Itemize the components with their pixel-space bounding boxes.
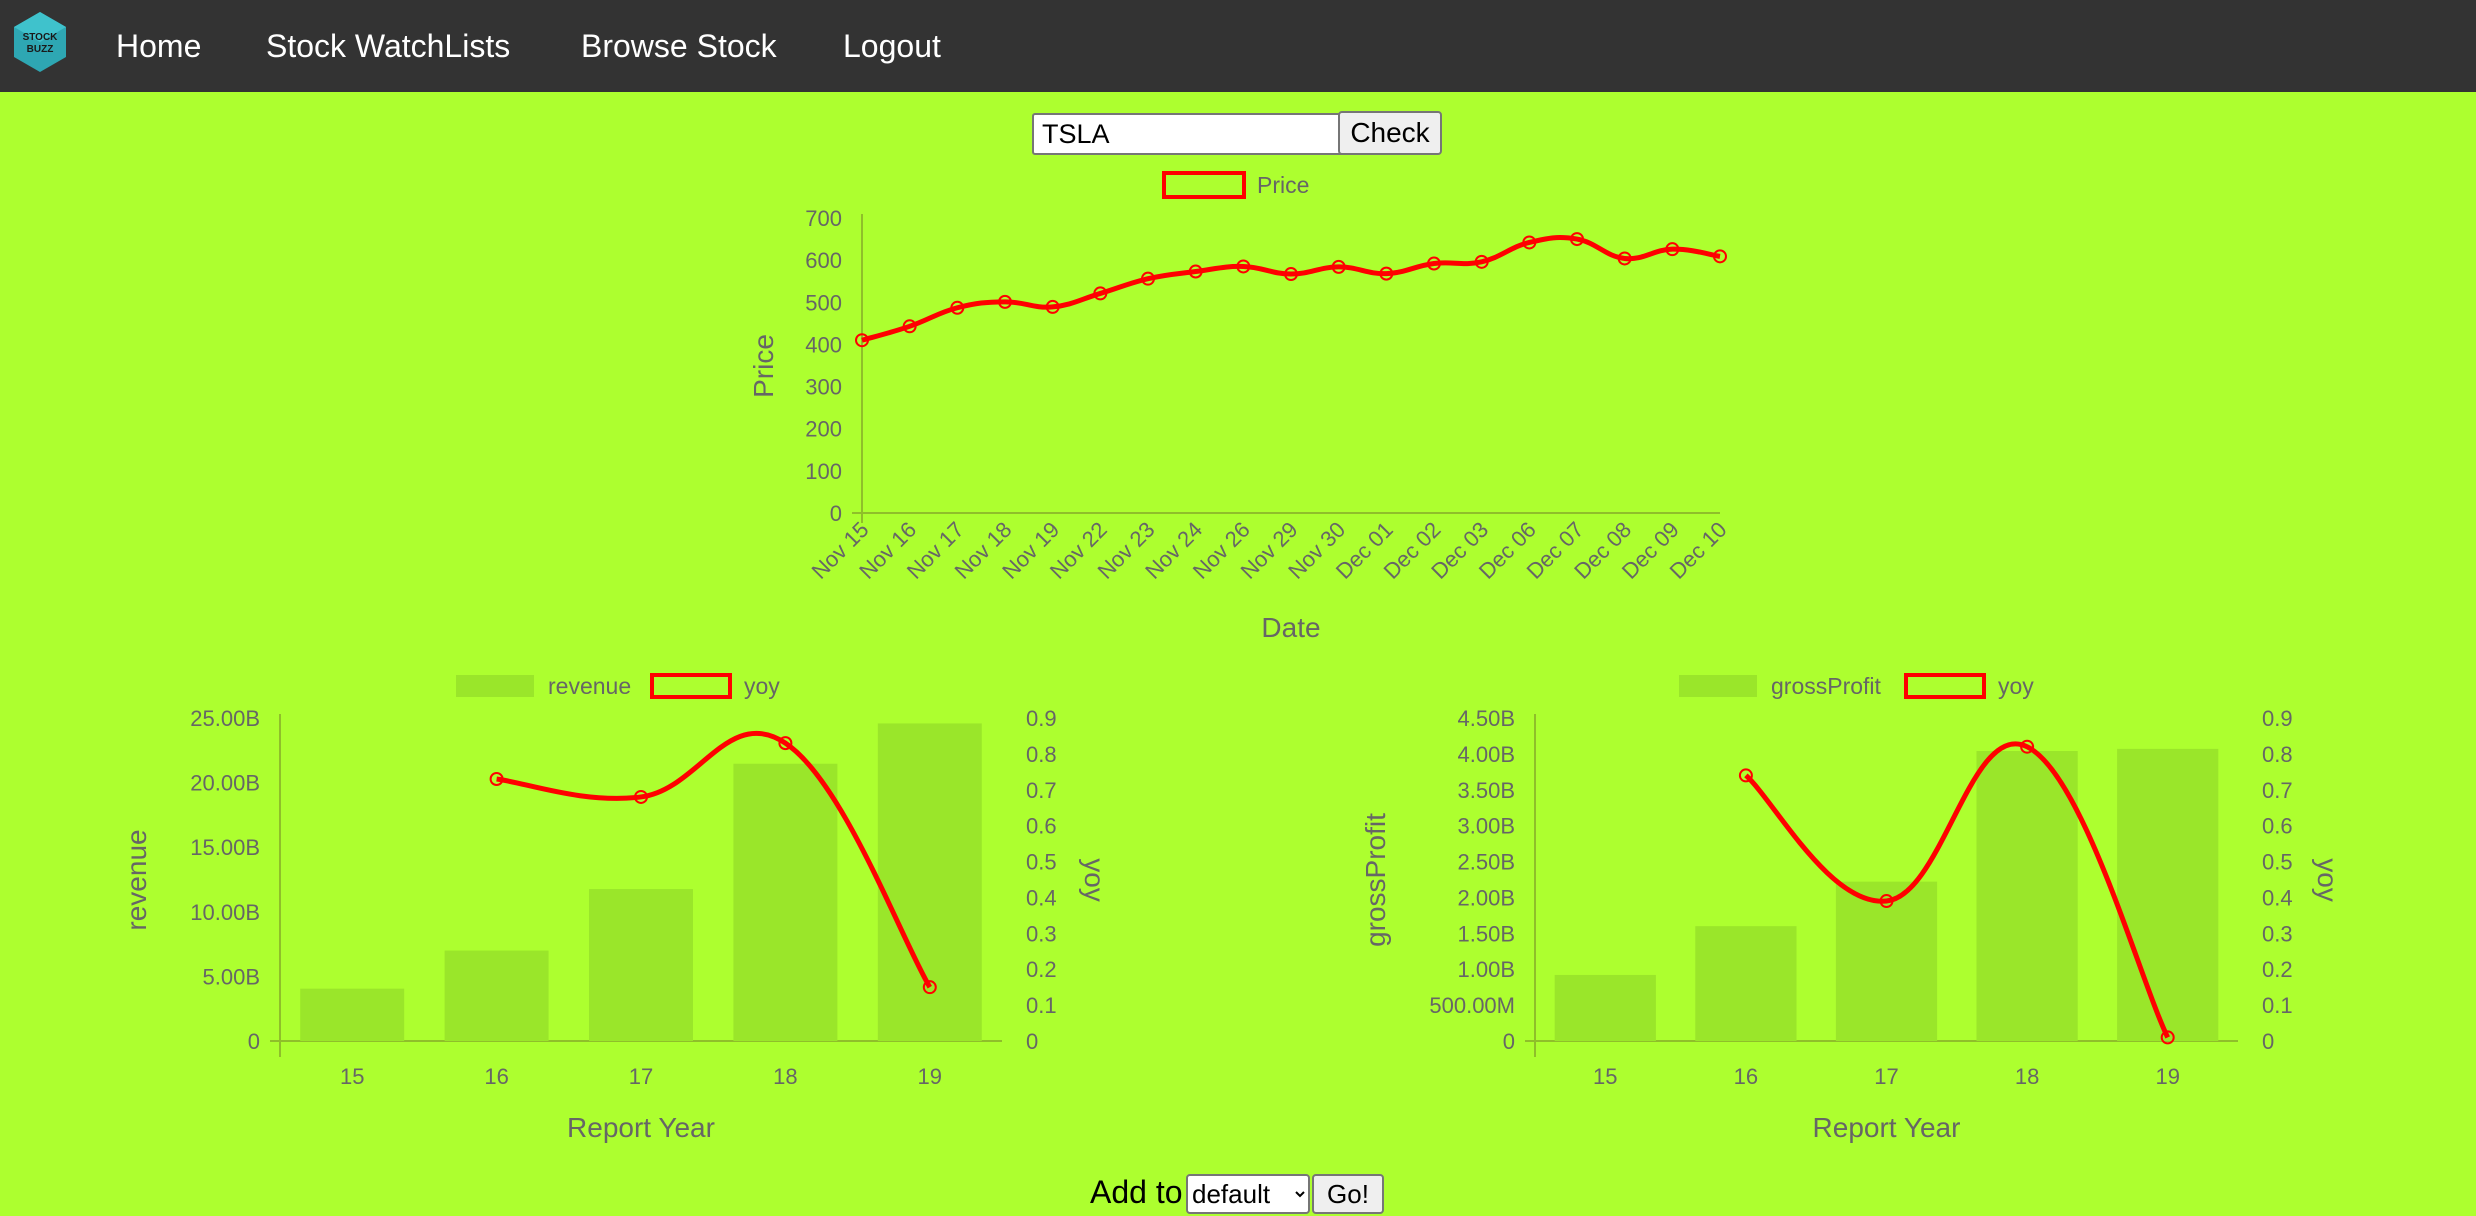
y2-tick-label: 0.5 — [2262, 850, 2293, 875]
add-to-label: Add to — [1090, 1174, 1183, 1210]
yoy-data-point — [1738, 768, 1753, 783]
x-tick-label: 18 — [2015, 1064, 2039, 1089]
y2-tick-label: 0.4 — [2262, 885, 2293, 910]
watchlist-select[interactable]: default — [1186, 1174, 1310, 1214]
y-tick-label: 4.50B — [1458, 706, 1516, 731]
y2-tick-label: 0.8 — [1026, 742, 1057, 767]
yoy-data-point — [2020, 739, 2035, 754]
x-tick-label: 17 — [1874, 1064, 1898, 1089]
legend-swatch-revenue — [456, 675, 534, 697]
yoy-data-point — [922, 980, 937, 995]
bar-grossProfit — [1835, 881, 1938, 1041]
y-tick-label: 5.00B — [203, 964, 261, 989]
yoy-data-point — [1879, 894, 1894, 909]
y-tick-label: 0 — [248, 1029, 260, 1054]
x-axis-title: Date — [1261, 612, 1320, 643]
bar-grossProfit — [1695, 926, 1797, 1041]
bar-revenue — [444, 950, 549, 1041]
y2-tick-label: 0.9 — [1026, 706, 1057, 731]
go-button[interactable]: Go! — [1312, 1174, 1384, 1214]
bar-revenue — [300, 988, 405, 1041]
x-tick-label: 17 — [629, 1064, 653, 1089]
y-tick-label: 10.00B — [190, 900, 260, 925]
y-tick-label: 20.00B — [190, 771, 260, 796]
y-tick-label: 600 — [805, 248, 842, 273]
legend-swatch-grossProfit — [1679, 675, 1757, 697]
y2-tick-label: 0.6 — [1026, 814, 1057, 839]
x-tick-label: 19 — [2155, 1064, 2179, 1089]
y-tick-label: 0 — [830, 501, 842, 526]
y2-tick-label: 0.9 — [2262, 706, 2293, 731]
y2-tick-label: 0.6 — [2262, 814, 2293, 839]
y2-axis-title: yoy — [2312, 858, 2343, 902]
y2-tick-label: 0.7 — [2262, 778, 2293, 803]
y-tick-label: 25.00B — [190, 706, 260, 731]
y2-tick-label: 0.1 — [1026, 993, 1057, 1018]
y2-tick-label: 0.1 — [2262, 993, 2293, 1018]
y-tick-label: 700 — [805, 206, 842, 231]
legend-label-revenue: revenue — [548, 673, 631, 699]
y2-tick-label: 0.3 — [2262, 921, 2293, 946]
x-tick-label: 18 — [773, 1064, 797, 1089]
y2-tick-label: 0.5 — [1026, 850, 1057, 875]
legend-swatch-yoy — [650, 673, 732, 699]
legend-swatch-yoy — [1904, 673, 1986, 699]
legend-label-yoy: yoy — [744, 673, 780, 699]
y-tick-label: 15.00B — [190, 835, 260, 860]
x-tick-label: 16 — [484, 1064, 508, 1089]
y-axis-title: revenue — [121, 829, 152, 930]
y-tick-label: 1.50B — [1458, 921, 1516, 946]
y-tick-label: 500 — [805, 290, 842, 315]
y-axis-title: Price — [748, 334, 779, 398]
y2-tick-label: 0.7 — [1026, 778, 1057, 803]
y-tick-label: 4.00B — [1458, 742, 1516, 767]
price-line-chart: Price0100200300400500600700Nov 15Nov 16N… — [748, 171, 1732, 643]
y2-tick-label: 0.2 — [2262, 957, 2293, 982]
bar-revenue — [877, 723, 982, 1041]
x-tick-label: 15 — [1593, 1064, 1617, 1089]
y2-tick-label: 0 — [2262, 1029, 2274, 1054]
x-axis-title: Report Year — [1813, 1112, 1961, 1143]
price-series-line — [861, 235, 1721, 343]
legend-label-grossProfit: grossProfit — [1771, 673, 1882, 699]
legend-swatch-price — [1162, 171, 1246, 199]
yoy-data-point — [2160, 1030, 2175, 1045]
y-tick-label: 3.50B — [1458, 778, 1516, 803]
x-axis-title: Report Year — [567, 1112, 715, 1143]
y2-tick-label: 0.4 — [1026, 885, 1057, 910]
y2-tick-label: 0.2 — [1026, 957, 1057, 982]
y-tick-label: 1.00B — [1458, 957, 1516, 982]
y-tick-label: 100 — [805, 459, 842, 484]
yoy-data-point — [634, 789, 648, 804]
yoy-series-line — [496, 730, 932, 989]
y2-tick-label: 0.3 — [1026, 921, 1057, 946]
y-axis-title: grossProfit — [1360, 813, 1391, 947]
y-tick-label: 300 — [805, 375, 842, 400]
bar-grossProfit — [2117, 748, 2219, 1041]
y-tick-label: 500.00M — [1429, 993, 1515, 1018]
y2-axis-title: yoy — [1079, 858, 1110, 902]
bar-revenue — [733, 763, 838, 1041]
y-tick-label: 0 — [1503, 1029, 1515, 1054]
x-tick-label: 16 — [1734, 1064, 1758, 1089]
yoy-data-point — [489, 772, 504, 787]
x-tick-label: 19 — [918, 1064, 942, 1089]
y-tick-label: 3.00B — [1458, 814, 1516, 839]
y2-tick-label: 0.8 — [2262, 742, 2293, 767]
bar-grossProfit — [1976, 751, 2078, 1041]
y-tick-label: 200 — [805, 417, 842, 442]
yoy-series-line — [1744, 741, 2170, 1039]
bar-revenue — [589, 889, 693, 1041]
y-tick-label: 2.00B — [1458, 885, 1516, 910]
y-tick-label: 2.50B — [1458, 850, 1516, 875]
y-tick-label: 400 — [805, 332, 842, 357]
x-tick-label: 15 — [340, 1064, 364, 1089]
yoy-data-point — [778, 736, 793, 751]
legend-label-price: Price — [1257, 172, 1309, 198]
legend-label-yoy: yoy — [1998, 673, 2034, 699]
y2-tick-label: 0 — [1026, 1029, 1038, 1054]
bar-grossProfit — [1554, 974, 1656, 1041]
